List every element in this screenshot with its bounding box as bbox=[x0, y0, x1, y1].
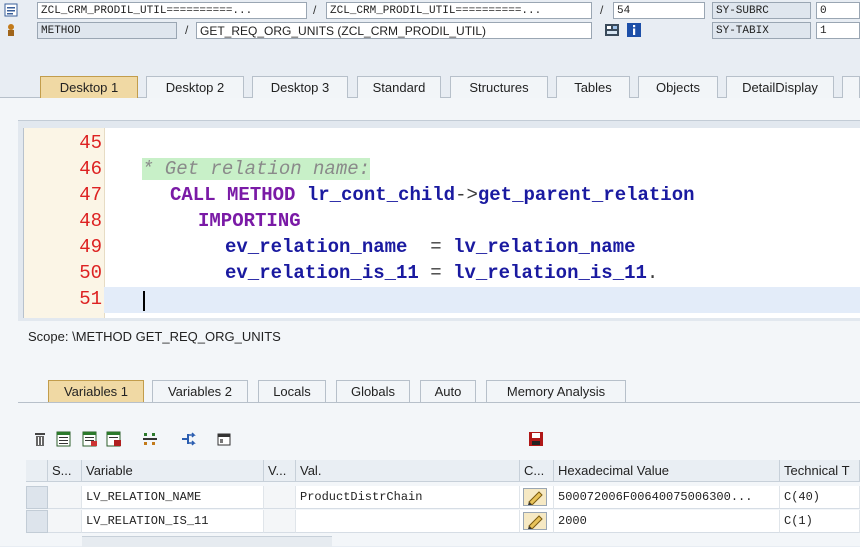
program-name-field[interactable]: ZCL_CRM_PRODIL_UTIL==========... bbox=[37, 2, 307, 19]
column-header-v[interactable]: V... bbox=[264, 460, 296, 482]
column-header-status[interactable]: S... bbox=[48, 460, 82, 482]
display-object-icon[interactable] bbox=[604, 22, 620, 38]
code-editor[interactable]: 45 46 47 48 49 50 51 * Get relation name… bbox=[23, 128, 860, 318]
code-line-importing: IMPORTING bbox=[198, 210, 301, 232]
tab-globals[interactable]: Globals bbox=[336, 380, 410, 402]
edit-pencil-icon[interactable] bbox=[523, 511, 547, 530]
table-cell-v bbox=[264, 510, 296, 533]
tab-desktop-2[interactable]: Desktop 2 bbox=[146, 76, 244, 98]
table-cell-technical-type: C(1) bbox=[780, 510, 860, 533]
line-number: 49 bbox=[79, 236, 102, 258]
tab-tables[interactable]: Tables bbox=[556, 76, 630, 98]
code-line-param-2: ev_relation_is_11 = lv_relation_is_11. bbox=[225, 262, 658, 284]
layout-icon[interactable] bbox=[216, 431, 232, 447]
share-icon[interactable] bbox=[180, 431, 196, 447]
tab-memory-analysis[interactable]: Memory Analysis bbox=[486, 380, 626, 402]
line-number: 45 bbox=[79, 132, 102, 154]
column-header-variable[interactable]: Variable bbox=[82, 460, 264, 482]
table-cell-technical-type: C(40) bbox=[780, 486, 860, 509]
param-name: ev_relation_is_11 bbox=[225, 262, 419, 284]
row-selector[interactable] bbox=[26, 510, 48, 533]
current-line-highlight bbox=[104, 287, 860, 313]
tab-desktop-1[interactable]: Desktop 1 bbox=[40, 76, 138, 98]
program-icon bbox=[4, 3, 18, 17]
code-line-comment: * Get relation name: bbox=[142, 158, 371, 180]
structure-icon[interactable] bbox=[142, 431, 158, 447]
period-operator: . bbox=[646, 262, 659, 284]
table-cell-status bbox=[48, 486, 82, 509]
code-line-param-1: ev_relation_name = lv_relation_name bbox=[225, 236, 636, 258]
column-header-change[interactable]: C... bbox=[520, 460, 554, 482]
tab-objects[interactable]: Objects bbox=[638, 76, 718, 98]
arrow-operator: -> bbox=[455, 184, 478, 206]
table-save-icon[interactable] bbox=[106, 431, 122, 447]
table-cell-v bbox=[264, 486, 296, 509]
text-cursor bbox=[143, 291, 145, 311]
equals-operator: = bbox=[430, 262, 442, 284]
table-cell-change[interactable] bbox=[520, 510, 554, 533]
line-number: 50 bbox=[79, 262, 102, 284]
edit-pencil-icon[interactable] bbox=[523, 487, 547, 506]
code-line-call: CALL METHOD lr_cont_child->get_parent_re… bbox=[170, 184, 695, 206]
include-field[interactable]: ZCL_CRM_PRODIL_UTIL==========... bbox=[326, 2, 592, 19]
row-selector[interactable] bbox=[26, 486, 48, 509]
tab-structures[interactable]: Structures bbox=[450, 76, 548, 98]
separator-slash: / bbox=[185, 23, 189, 37]
column-header-value[interactable]: Val. bbox=[296, 460, 520, 482]
keyword-call-method: CALL METHOD bbox=[170, 184, 296, 206]
table-cell-variable[interactable]: LV_RELATION_NAME bbox=[82, 486, 264, 509]
delete-icon[interactable] bbox=[32, 431, 48, 447]
table-view-icon[interactable] bbox=[56, 431, 72, 447]
line-number: 47 bbox=[79, 184, 102, 206]
table-cell-value[interactable] bbox=[296, 510, 520, 533]
separator-slash: / bbox=[313, 3, 317, 17]
column-header-technical-type[interactable]: Technical T bbox=[780, 460, 860, 482]
separator-slash: / bbox=[600, 3, 604, 17]
column-header-hex[interactable]: Hexadecimal Value bbox=[554, 460, 780, 482]
comment-text: * Get relation name: bbox=[142, 158, 371, 180]
table-cell-status bbox=[48, 510, 82, 533]
tab-locals[interactable]: Locals bbox=[258, 380, 326, 402]
sysvar-name-2[interactable]: SY-TABIX bbox=[712, 22, 811, 39]
tab-variables-1[interactable]: Variables 1 bbox=[48, 380, 144, 402]
sysvar-name-1[interactable]: SY-SUBRC bbox=[712, 2, 811, 19]
scope-label: Scope: \METHOD GET_REQ_ORG_UNITS bbox=[28, 329, 281, 344]
object-name: lr_cont_child bbox=[306, 184, 456, 206]
line-number: 46 bbox=[79, 158, 102, 180]
tab-variables-2[interactable]: Variables 2 bbox=[152, 380, 248, 402]
param-value: lv_relation_is_11 bbox=[453, 262, 647, 284]
table-cell-value[interactable]: ProductDistrChain bbox=[296, 486, 520, 509]
table-cell-variable[interactable]: LV_RELATION_IS_11 bbox=[82, 510, 264, 533]
tab-overflow[interactable] bbox=[842, 76, 860, 98]
line-number: 48 bbox=[79, 210, 102, 232]
param-name: ev_relation_name bbox=[225, 236, 408, 258]
tab-desktop-3[interactable]: Desktop 3 bbox=[252, 76, 348, 98]
tab-standard[interactable]: Standard bbox=[357, 76, 441, 98]
sysvar-value-1[interactable]: 0 bbox=[816, 2, 860, 19]
line-field[interactable]: 54 bbox=[613, 2, 705, 19]
method-name: get_parent_relation bbox=[477, 184, 695, 206]
event-type-field[interactable]: METHOD bbox=[37, 22, 177, 39]
info-icon[interactable] bbox=[626, 22, 642, 38]
tab-detail-display[interactable]: DetailDisplay bbox=[726, 76, 834, 98]
column-header-select[interactable] bbox=[26, 460, 48, 482]
table-cell-hex[interactable]: 2000 bbox=[554, 510, 780, 533]
horizontal-scrollbar[interactable] bbox=[82, 536, 332, 547]
event-name-field[interactable]: GET_REQ_ORG_UNITS (ZCL_CRM_PRODIL_UTIL) bbox=[196, 22, 592, 39]
table-cell-hex[interactable]: 500072006F00640075006300... bbox=[554, 486, 780, 509]
table-edit-icon[interactable] bbox=[82, 431, 98, 447]
line-number: 51 bbox=[79, 288, 102, 310]
save-icon[interactable] bbox=[528, 431, 544, 447]
sysvar-value-2[interactable]: 1 bbox=[816, 22, 860, 39]
method-icon bbox=[4, 23, 18, 37]
equals-operator: = bbox=[430, 236, 442, 258]
param-value: lv_relation_name bbox=[453, 236, 636, 258]
table-cell-change[interactable] bbox=[520, 486, 554, 509]
keyword-importing: IMPORTING bbox=[198, 210, 301, 232]
tab-auto[interactable]: Auto bbox=[420, 380, 476, 402]
